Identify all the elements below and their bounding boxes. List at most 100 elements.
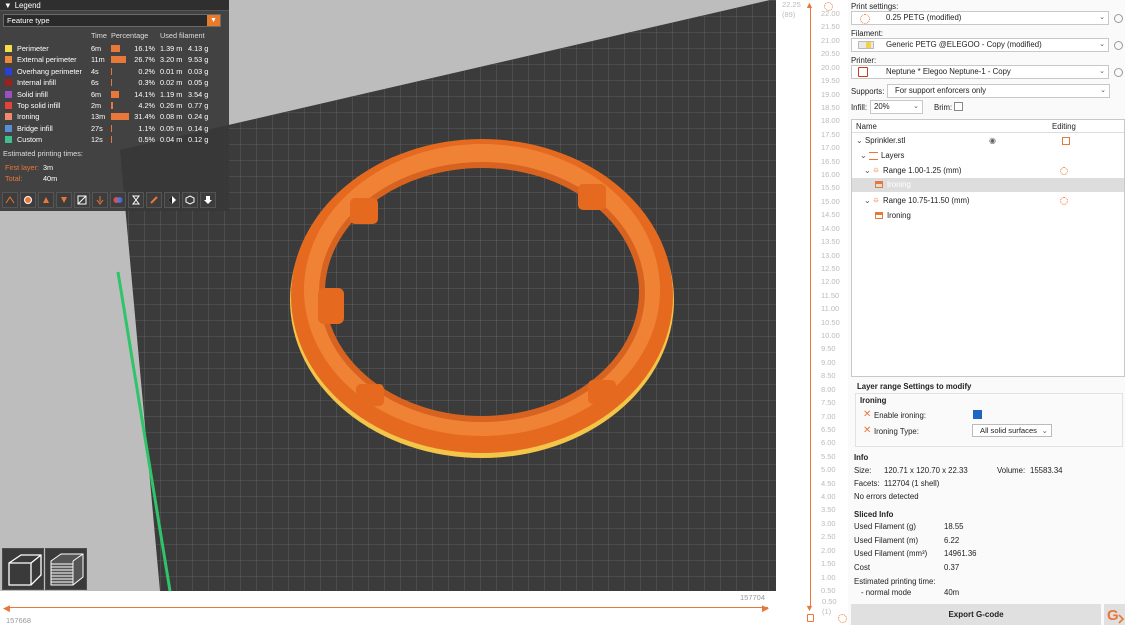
expand-chevron-icon[interactable]: ⌄ <box>864 194 871 208</box>
filament-combo[interactable]: Generic PETG @ELEGOO - Copy (modified) ⌄ <box>851 38 1109 52</box>
vslider-top-thumb-icon[interactable]: ▲ <box>805 0 814 10</box>
preview-layers-button[interactable] <box>45 548 87 590</box>
layers-icon <box>869 152 878 160</box>
feature-type-select[interactable]: Feature type ▼ <box>3 14 221 27</box>
chevron-down-icon: ⌄ <box>1099 14 1105 21</box>
eye-icon[interactable]: ◉ <box>989 134 996 148</box>
print-settings-combo[interactable]: 0.25 PETG (modified) ⌄ <box>851 11 1109 25</box>
layer-height-tick: 1.00 <box>821 572 836 582</box>
layer-height-tick: 9.50 <box>821 344 836 354</box>
vertical-layer-slider[interactable]: 22.25 (89) ▲ 22.00 21.50 21.00 20.50 20.00 19… <box>776 0 848 625</box>
legend-row[interactable]: Custom 12s 0.5% 0.04 m 0.12 g <box>0 134 229 145</box>
range2-gear-icon[interactable] <box>1060 197 1068 205</box>
layer-height-tick: 16.50 <box>821 156 840 166</box>
3d-view-button[interactable] <box>2 548 44 590</box>
send-gcode-button[interactable]: G <box>1104 604 1125 625</box>
deretractions-toggle-icon[interactable] <box>56 192 72 208</box>
info-title: Info <box>854 453 869 462</box>
brim-checkbox[interactable] <box>954 102 963 111</box>
retractions-toggle-icon[interactable] <box>38 192 54 208</box>
object-settings-icon[interactable] <box>1062 137 1070 145</box>
layer-height-tick: 7.00 <box>821 411 836 421</box>
printer-combo[interactable]: Neptune * Elegoo Neptune-1 - Copy ⌄ <box>851 65 1109 79</box>
feature-percentage: 16.1% <box>134 44 155 53</box>
legend-row[interactable]: Ironing 13m 31.4% 0.08 m 0.24 g <box>0 111 229 122</box>
hslider-left-thumb-icon[interactable]: ◀ <box>3 603 10 614</box>
custom-gcode-toggle-icon[interactable] <box>146 192 162 208</box>
tool-changes-toggle-icon[interactable] <box>92 192 108 208</box>
lock-icon[interactable] <box>807 614 814 622</box>
legend-row[interactable]: Perimeter 6m 16.1% 1.39 m 4.13 g <box>0 43 229 54</box>
pause-prints-toggle-icon[interactable] <box>128 192 144 208</box>
feature-percentage: 14.1% <box>134 89 155 99</box>
infill-combo[interactable]: 20% ⌄ <box>870 100 923 114</box>
tree-row-range1[interactable]: ⌄ ⯐ Range 1.00-1.25 (mm) <box>852 164 1124 178</box>
edit-printer-icon[interactable] <box>1114 68 1123 77</box>
normal-mode-value: 40m <box>944 588 960 597</box>
horizontal-slider[interactable]: ◀ ▶ 157668 157704 <box>0 591 776 625</box>
expand-chevron-icon[interactable]: ⌄ <box>856 134 863 148</box>
layer-height-tick: 18.50 <box>821 102 840 112</box>
tree-row-layers[interactable]: ⌄ Layers <box>852 149 1124 163</box>
export-gcode-button[interactable]: Export G-code <box>851 604 1101 625</box>
edit-filament-icon[interactable] <box>1114 41 1123 50</box>
tree-row-range2[interactable]: ⌄ ⯐ Range 10.75-11.50 (mm) <box>852 194 1124 208</box>
legend-toggle-icon[interactable] <box>200 192 216 208</box>
layer-height-tick: 5.00 <box>821 465 836 475</box>
legend-header[interactable]: ▼ Legend <box>0 0 229 11</box>
tool-marker-toggle-icon[interactable] <box>182 192 198 208</box>
feature-time: 11m <box>91 55 105 65</box>
wipe-toggle-icon[interactable] <box>20 192 36 208</box>
feature-meters: 1.39 m <box>160 44 183 53</box>
layer-height-tick: 2.00 <box>821 545 836 555</box>
tree-row-range1-ironing[interactable]: Ironing <box>852 178 1124 192</box>
vslider-track[interactable] <box>810 8 811 608</box>
travel-toggle-icon[interactable] <box>2 192 18 208</box>
layer-height-tick: 6.50 <box>821 424 836 434</box>
sliced-info-label: Cost <box>854 562 871 572</box>
layer-height-tick: 8.50 <box>821 371 836 381</box>
hslider-track[interactable] <box>6 607 768 608</box>
shells-toggle-icon[interactable] <box>164 192 180 208</box>
legend-row[interactable]: Internal infill 6s 0.3% 0.02 m 0.05 g <box>0 77 229 88</box>
layer-height-tick: 11.00 <box>821 304 840 314</box>
supports-value: For support enforcers only <box>895 86 987 95</box>
color-changes-toggle-icon[interactable] <box>110 192 126 208</box>
seams-toggle-icon[interactable] <box>74 192 90 208</box>
print-settings-value: 0.25 PETG (modified) <box>886 13 962 22</box>
edit-print-settings-icon[interactable] <box>1114 14 1123 23</box>
legend-row[interactable]: Bridge infill 27s 1.1% 0.05 m 0.14 g <box>0 123 229 134</box>
reset-x-icon[interactable]: ✕ <box>863 426 871 436</box>
range1-gear-icon[interactable] <box>1060 167 1068 175</box>
printer-label: Printer: <box>851 56 877 65</box>
tree-row-object[interactable]: ⌄ Sprinkler.stl ◉ <box>852 134 1124 148</box>
legend-row[interactable]: Solid infill 6m 14.1% 1.19 m 3.54 g <box>0 89 229 100</box>
enable-ironing-checkbox[interactable] <box>973 410 982 419</box>
layer-height-tick: 4.50 <box>821 478 836 488</box>
ironing-type-combo[interactable]: All solid surfaces ⌄ <box>972 424 1052 437</box>
layer-height-tick: 7.50 <box>821 398 836 408</box>
settings-gear-icon[interactable] <box>838 614 847 623</box>
layer-height-tick: 0.50 <box>821 586 836 595</box>
reset-x-icon[interactable]: ✕ <box>863 410 871 420</box>
legend-row[interactable]: Top solid infill 2m 4.2% 0.26 m 0.77 g <box>0 100 229 111</box>
vslider-bottom-thumb-icon[interactable]: ▼ <box>805 603 814 613</box>
expand-chevron-icon[interactable]: ⌄ <box>860 149 867 163</box>
feature-time: 13m <box>91 112 106 122</box>
feature-time: 6m <box>91 89 102 99</box>
feature-percentage: 4.2% <box>138 101 155 110</box>
chevron-down-icon: ⌄ <box>1100 87 1106 94</box>
feature-meters: 0.05 m <box>160 123 183 133</box>
vslider-bottom-value: 0.50 <box>822 597 837 606</box>
feature-time: 4s <box>91 66 99 76</box>
tree-row-range2-ironing[interactable]: Ironing <box>852 209 1124 223</box>
legend-row[interactable]: Overhang perimeter 4s 0.2% 0.01 m 0.03 g <box>0 66 229 77</box>
3d-viewport[interactable]: ▼ Legend Feature type ▼ Time Percentage U… <box>0 0 776 591</box>
sliced-info-value: 6.22 <box>944 535 960 545</box>
legend-row[interactable]: External perimeter 11m 26.7% 3.20 m 9.53 g <box>0 54 229 65</box>
supports-combo[interactable]: For support enforcers only ⌄ <box>887 84 1110 98</box>
hslider-right-thumb-icon[interactable]: ▶ <box>762 603 769 614</box>
layer-height-tick: 20.00 <box>821 62 840 72</box>
expand-chevron-icon[interactable]: ⌄ <box>864 164 871 178</box>
dropdown-arrow-icon: ▼ <box>207 15 220 26</box>
